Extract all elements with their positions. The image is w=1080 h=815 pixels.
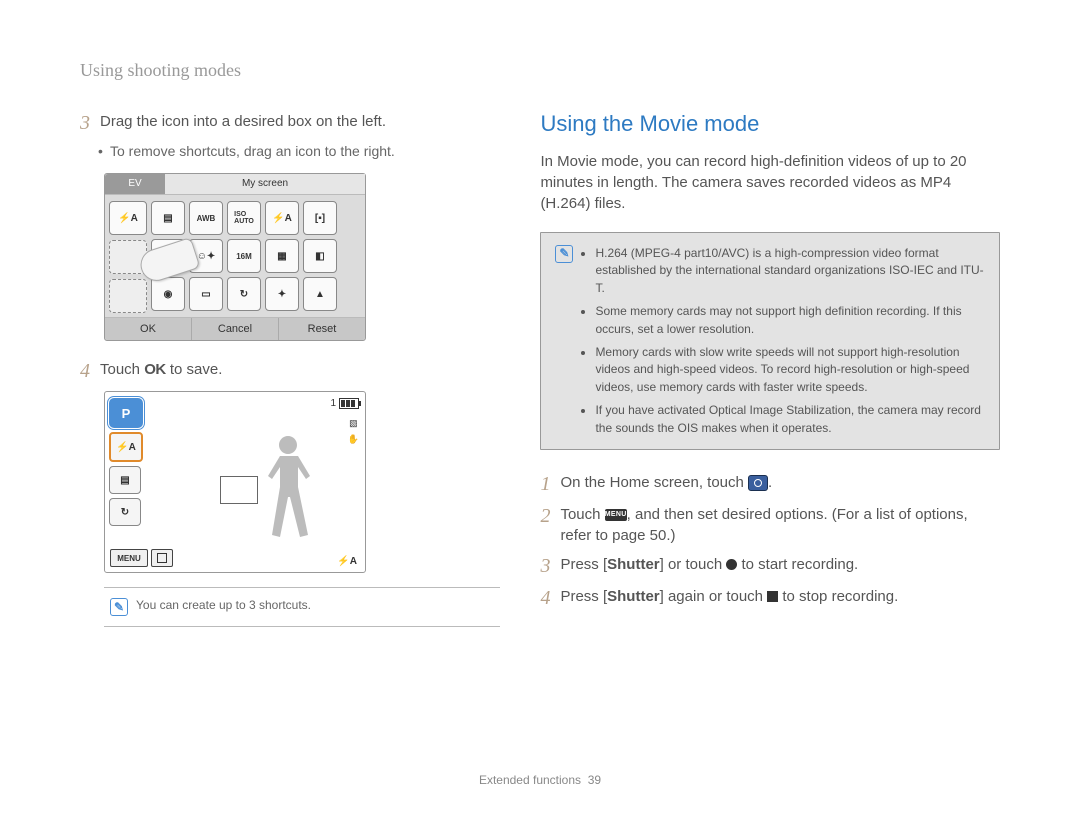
ois-icon: ▧	[349, 418, 358, 429]
tab-my-screen[interactable]: My screen	[165, 174, 365, 194]
icon-metering[interactable]: ◉	[151, 277, 185, 311]
info-item: Some memory cards may not support high d…	[595, 303, 985, 338]
shortcut-bar: P ⚡A ▤ ↻	[109, 398, 143, 526]
playback-thumb-button[interactable]	[151, 549, 173, 567]
section-heading: Using the Movie mode	[540, 111, 1000, 137]
note-icon: ✎	[110, 598, 128, 616]
source-icon-grid: ▤ AWB ISOAUTO ⚡A [▪] ☺ ☺✦ 16M ▦ ◧ ◉ ▭ ↻ …	[151, 201, 337, 313]
step-text: Touch OK to save.	[100, 359, 500, 383]
icon-size[interactable]: 16M	[227, 239, 261, 273]
intro-paragraph: In Movie mode, you can record high-defin…	[540, 151, 1000, 214]
battery-icon	[339, 398, 359, 409]
left-column: 3 Drag the icon into a desired box on th…	[80, 111, 500, 627]
note-icon: ✎	[555, 245, 573, 263]
icon-timer[interactable]: ↻	[227, 277, 261, 311]
shortcut-note: ✎ You can create up to 3 shortcuts.	[104, 587, 500, 627]
icon-focus-area[interactable]: [▪]	[303, 201, 337, 235]
record-dot-icon	[726, 559, 737, 570]
status-bar: 1	[330, 398, 359, 409]
subject-silhouette	[260, 436, 320, 546]
hand-icon: ✋	[348, 434, 359, 445]
step-text: Press [Shutter] again or touch to stop r…	[560, 586, 1000, 610]
icon-acb[interactable]: ◧	[303, 239, 337, 273]
mode-p-badge[interactable]: P	[109, 398, 143, 428]
shortcut-ev[interactable]: ▤	[109, 466, 141, 494]
icon-iso[interactable]: ISOAUTO	[227, 201, 261, 235]
shortcut-drop-column[interactable]: ⚡A	[109, 201, 147, 313]
step-text: Drag the icon into a desired box on the …	[100, 111, 500, 135]
movie-step-1: 1 On the Home screen, touch .	[540, 472, 1000, 496]
shortcut-slot-3[interactable]	[109, 279, 147, 313]
info-item: H.264 (MPEG-4 part10/AVC) is a high-comp…	[595, 245, 985, 297]
shortcut-slot-2[interactable]	[109, 240, 147, 274]
info-item: Memory cards with slow write speeds will…	[595, 344, 985, 396]
step-number: 4	[540, 586, 554, 610]
step-text: Press [Shutter] or touch to start record…	[560, 554, 1000, 578]
stop-square-icon	[767, 591, 778, 602]
camera-preview-panel: P ⚡A ▤ ↻ 1 ▧ ✋ MENU ⚡	[104, 391, 366, 573]
info-item: If you have activated Optical Image Stab…	[595, 402, 985, 437]
menu-icon: MENU	[605, 509, 627, 521]
cancel-button[interactable]: Cancel	[192, 318, 279, 340]
step-4: 4 Touch OK to save.	[80, 359, 500, 383]
icon-quality[interactable]: ▦	[265, 239, 299, 273]
movie-mode-icon	[748, 475, 768, 491]
shortcut-slot-1[interactable]: ⚡A	[109, 201, 147, 235]
menu-button[interactable]: MENU	[110, 549, 148, 567]
step-text: On the Home screen, touch .	[560, 472, 1000, 496]
step-number: 4	[80, 359, 94, 383]
af-target-box	[220, 476, 258, 504]
step-3: 3 Drag the icon into a desired box on th…	[80, 111, 500, 135]
info-note-box: ✎ H.264 (MPEG-4 part10/AVC) is a high-co…	[540, 232, 1000, 450]
step-number: 2	[540, 504, 554, 546]
icon-ev[interactable]: ▤	[151, 201, 185, 235]
icon-flash[interactable]: ⚡A	[265, 201, 299, 235]
icon-smart-filter[interactable]: ✦	[265, 277, 299, 311]
step-text: Touch MENU, and then set desired options…	[560, 504, 1000, 546]
right-status-icons: ▧ ✋	[348, 418, 359, 445]
icon-face-reg[interactable]: ☺✦	[189, 239, 223, 273]
movie-step-2: 2 Touch MENU, and then set desired optio…	[540, 504, 1000, 546]
page-footer: Extended functions 39	[0, 773, 1080, 787]
my-screen-panel: EV My screen ⚡A ▤ AWB ISOAUTO ⚡A [▪]	[104, 173, 366, 341]
info-list: H.264 (MPEG-4 part10/AVC) is a high-comp…	[583, 245, 985, 437]
step-number: 3	[540, 554, 554, 578]
shortcut-timer[interactable]: ↻	[109, 498, 141, 526]
icon-image-adj[interactable]: ▲	[303, 277, 337, 311]
right-column: Using the Movie mode In Movie mode, you …	[540, 111, 1000, 627]
shot-counter: 1	[330, 398, 336, 409]
reset-button[interactable]: Reset	[279, 318, 365, 340]
icon-drive[interactable]: ▭	[189, 277, 223, 311]
ok-button[interactable]: OK	[105, 318, 192, 340]
movie-step-3: 3 Press [Shutter] or touch to start reco…	[540, 554, 1000, 578]
step-3-bullet: • To remove shortcuts, drag an icon to t…	[98, 143, 500, 159]
step-number: 1	[540, 472, 554, 496]
step-number: 3	[80, 111, 94, 135]
icon-awb[interactable]: AWB	[189, 201, 223, 235]
flash-indicator: ⚡A	[337, 556, 357, 567]
icon-face[interactable]: ☺	[151, 239, 185, 273]
tab-ev[interactable]: EV	[105, 174, 165, 194]
movie-step-4: 4 Press [Shutter] again or touch to stop…	[540, 586, 1000, 610]
running-header: Using shooting modes	[80, 60, 1000, 81]
shortcut-flash[interactable]: ⚡A	[109, 432, 143, 462]
inline-ok-icon: OK	[144, 359, 166, 380]
